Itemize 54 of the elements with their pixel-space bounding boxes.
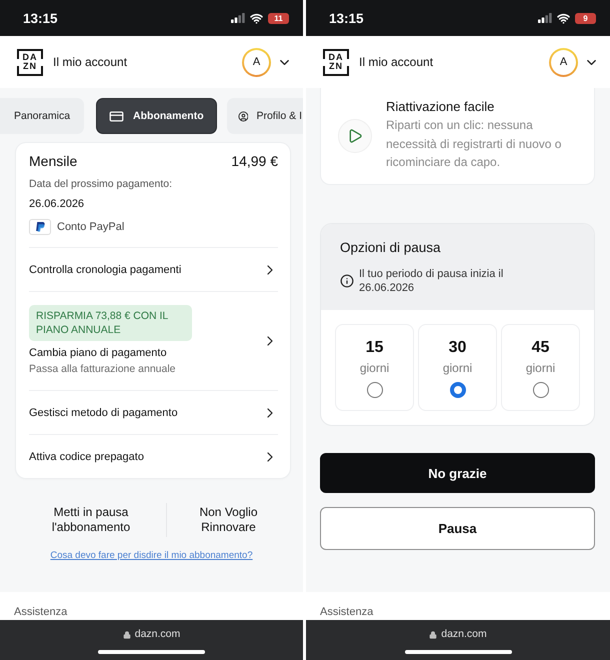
action-link[interactable]: Non Voglio Rinnovare (174, 505, 284, 535)
play-icon (338, 119, 372, 153)
radio-button[interactable] (366, 382, 382, 398)
brand-logo: DA ZN (323, 48, 349, 76)
battery-indicator: 11 (268, 12, 289, 24)
wifi-icon (250, 12, 263, 24)
menu-item-label[interactable]: Cambia piano di pagamento (29, 346, 167, 360)
pause-option[interactable]: 30 giorni (418, 324, 497, 411)
footer-heading: Assistenza (320, 606, 374, 619)
status-time: 13:15 (23, 10, 58, 26)
menu-item-label[interactable]: Controlla cronologia pagamenti (29, 262, 182, 276)
plan-name: Mensile (29, 152, 78, 170)
card-icon (109, 108, 124, 124)
lock-icon (429, 630, 438, 638)
payment-logo-icon (29, 219, 51, 235)
tab[interactable]: Panoramica (0, 98, 84, 134)
menu-item-label[interactable]: Attiva codice prepagato (29, 450, 144, 464)
feature-description: Riparti con un clic: nessuna necessità di registrarti di nuovo o ricominciare da capo. (386, 117, 562, 171)
savings-badge: RISPARMIA 73,88 € CON IL PIANO ANNUALE (29, 305, 192, 341)
pause-start-info: Il tuo periodo di pausa inizia il 26.06.2026 (359, 267, 504, 295)
url-text: dazn.com (134, 628, 180, 641)
pause-button[interactable]: Pausa (320, 507, 595, 550)
tab[interactable]: Abbonamento (96, 98, 217, 134)
avatar[interactable]: A (549, 48, 578, 76)
pause-option[interactable]: 15 giorni (335, 324, 414, 411)
signal-icon (538, 13, 552, 23)
lock-icon (122, 630, 131, 638)
help-link[interactable]: Cosa devo fare per disdire il mio abbonamento? (50, 550, 253, 561)
user-circle-icon (238, 108, 248, 124)
header-title: Il mio account (53, 55, 128, 69)
feature-title: Riattivazione facile (386, 99, 496, 115)
radio-button[interactable] (532, 382, 548, 398)
tab[interactable]: Profilo & I (226, 98, 303, 134)
plan-price: 14,99 € (231, 152, 278, 170)
footer-heading: Assistenza (14, 606, 68, 619)
next-payment-date: 26.06.2026 (29, 197, 86, 211)
next-payment-label: Data del prossimo pagamento: (29, 177, 173, 191)
avatar[interactable]: A (242, 48, 271, 76)
status-time: 13:15 (329, 10, 364, 26)
decline-button[interactable]: No grazie (320, 453, 595, 493)
menu-item-label[interactable]: Gestisci metodo di pagamento (29, 406, 178, 420)
pause-options-title: Opzioni di pausa (340, 239, 442, 257)
header-title: Il mio account (359, 55, 434, 69)
battery-indicator: 9 (575, 12, 596, 24)
info-icon (340, 274, 354, 288)
brand-logo: DA ZN (17, 48, 43, 76)
menu-item-description: Passa alla fatturazione annuale (29, 363, 176, 376)
action-link[interactable]: Metti in pausa l'abbonamento (36, 505, 146, 535)
wifi-icon (557, 12, 570, 24)
payment-method: Conto PayPal (57, 221, 124, 233)
pause-option[interactable]: 45 giorni (501, 324, 580, 411)
signal-icon (231, 13, 245, 23)
url-text: dazn.com (441, 628, 487, 641)
radio-button[interactable] (450, 382, 466, 398)
